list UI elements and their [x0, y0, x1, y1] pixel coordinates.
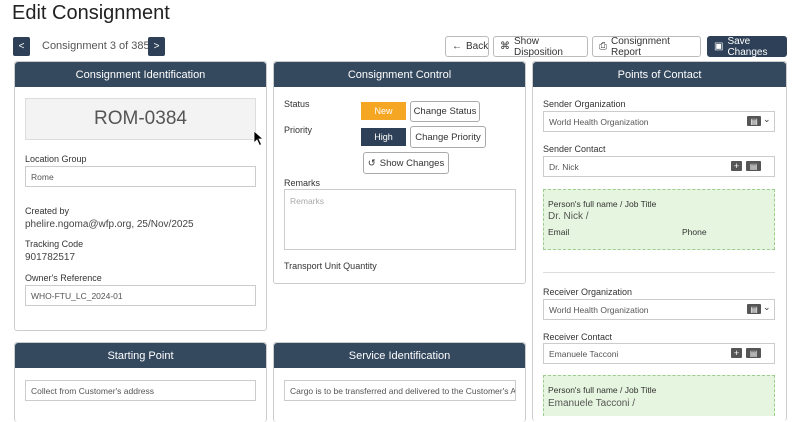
created-by-label: Created by: [25, 206, 70, 216]
receiver-organization-select[interactable]: World Health Organization: [543, 299, 775, 320]
tracking-code-label: Tracking Code: [25, 239, 84, 249]
chevron-down-icon[interactable]: ⌄: [763, 114, 771, 125]
service-identification-field[interactable]: Cargo is to be transferred and delivered…: [284, 380, 516, 401]
remarks-textarea[interactable]: Remarks: [284, 189, 516, 250]
status-label: Status: [284, 99, 310, 109]
sender-organization-select[interactable]: World Health Organization: [543, 111, 775, 132]
owners-reference-label: Owner's Reference: [25, 273, 102, 283]
receiver-card-name: Emanuele Tacconi /: [548, 398, 636, 409]
previous-consignment-button[interactable]: <: [13, 37, 30, 56]
priority-badge: High: [361, 128, 406, 146]
sender-phone-label: Phone: [682, 227, 707, 237]
sender-email-label: Email: [548, 227, 570, 237]
sender-organization-label: Sender Organization: [543, 99, 626, 109]
binoculars-icon: ⌘: [500, 41, 510, 52]
add-contact-icon[interactable]: +: [731, 161, 742, 171]
sender-contact-label: Sender Contact: [543, 144, 606, 154]
save-changes-button[interactable]: ▣ Save Changes: [707, 36, 787, 58]
status-badge: New: [361, 102, 406, 120]
contact-card-icon[interactable]: ▤: [747, 304, 761, 314]
consignment-position: Consignment 3 of 385: [42, 40, 150, 52]
show-changes-button[interactable]: ↺ Show Changes: [363, 152, 449, 174]
save-icon: ▣: [714, 41, 724, 52]
chevron-down-icon[interactable]: ⌄: [763, 302, 771, 313]
contact-card-icon[interactable]: ▤: [746, 348, 761, 358]
panel-heading: Consignment Control: [274, 62, 525, 87]
page-title: Edit Consignment: [12, 2, 170, 24]
arrow-left-icon: ←: [452, 41, 462, 52]
contact-card-icon[interactable]: ▤: [746, 161, 761, 171]
location-group-field[interactable]: Rome: [25, 166, 256, 187]
receiver-contact-card: [543, 375, 775, 416]
consignment-code: ROM-0384: [25, 98, 256, 140]
owners-reference-field[interactable]: WHO-FTU_LC_2024-01: [25, 285, 256, 306]
receiver-card-title: Person's full name / Job Title: [548, 385, 657, 395]
priority-label: Priority: [284, 125, 313, 135]
location-group-label: Location Group: [25, 154, 87, 164]
transport-unit-quantity-label: Transport Unit Quantity: [284, 261, 377, 271]
back-button[interactable]: ← Back: [445, 36, 489, 57]
created-by-value: phelire.ngoma@wfp.org, 25/Nov/2025: [25, 219, 194, 230]
sender-card-title: Person's full name / Job Title: [548, 199, 657, 209]
panel-heading: Consignment Identification: [15, 62, 266, 87]
sender-card-name: Dr. Nick /: [548, 211, 589, 222]
receiver-contact-label: Receiver Contact: [543, 332, 613, 342]
change-status-button[interactable]: Change Status: [410, 101, 480, 122]
change-priority-button[interactable]: Change Priority: [410, 126, 486, 148]
add-contact-icon[interactable]: +: [731, 348, 742, 358]
history-icon: ↺: [367, 157, 376, 169]
panel-heading: Service Identification: [274, 343, 525, 368]
panel-heading: Starting Point: [15, 343, 266, 368]
starting-point-field[interactable]: Collect from Customer's address: [25, 380, 256, 401]
next-consignment-button[interactable]: >: [148, 37, 165, 56]
show-disposition-button[interactable]: ⌘ Show Disposition: [493, 36, 588, 58]
tracking-code-value: 901782517: [25, 252, 76, 263]
panel-heading: Points of Contact: [533, 62, 786, 87]
mouse-cursor-icon: [253, 130, 265, 147]
contact-card-icon[interactable]: ▤: [747, 116, 761, 126]
consignment-report-button[interactable]: ⎙ Consignment Report: [592, 36, 701, 58]
print-icon: ⎙: [599, 41, 607, 52]
receiver-organization-label: Receiver Organization: [543, 287, 633, 297]
divider: [543, 272, 775, 273]
remarks-label: Remarks: [284, 178, 321, 188]
